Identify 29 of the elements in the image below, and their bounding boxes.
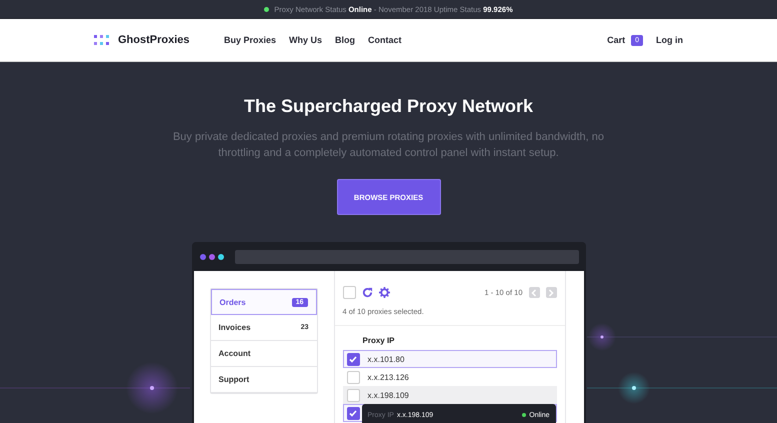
login-link[interactable]: Log in bbox=[656, 35, 683, 45]
hero-title: The Supercharged Proxy Network bbox=[244, 95, 534, 117]
cart-link[interactable]: Cart bbox=[607, 35, 626, 45]
checkbox[interactable] bbox=[346, 406, 360, 420]
logo[interactable]: GhostProxies bbox=[118, 34, 190, 46]
checkmark-icon bbox=[349, 410, 357, 416]
window-dot bbox=[200, 254, 206, 260]
checkbox[interactable] bbox=[346, 352, 360, 366]
previous-button[interactable] bbox=[528, 287, 540, 298]
nav-link[interactable]: Buy Proxies bbox=[224, 35, 276, 45]
next-button[interactable] bbox=[546, 287, 556, 298]
window-dot bbox=[218, 254, 224, 260]
column-header: Proxy IP bbox=[362, 336, 396, 347]
chevron-right-icon bbox=[548, 288, 554, 296]
nav-link[interactable]: Why Us bbox=[289, 35, 322, 45]
table-row[interactable]: x.x.213.126 bbox=[342, 368, 556, 386]
table-row[interactable]: x.x.198.109 bbox=[342, 386, 556, 404]
window-dot bbox=[208, 254, 214, 260]
dots-grid-icon bbox=[94, 35, 109, 45]
nav-link[interactable]: Contact bbox=[368, 35, 402, 45]
hero-subtitle: Buy private dedicated proxies and premium rotating proxies with unlimited bandwidth, no throttling and a completely automated control panel with instant setup. bbox=[172, 130, 606, 161]
nav-link[interactable]: Blog bbox=[335, 35, 356, 45]
checkmark-icon bbox=[349, 356, 357, 362]
refresh-icon[interactable] bbox=[362, 287, 372, 298]
menu-item[interactable]: Support bbox=[210, 367, 316, 393]
settings-icon[interactable] bbox=[378, 287, 390, 298]
table-row[interactable]: x.x.101.80 bbox=[342, 350, 556, 368]
menu-item[interactable]: Account bbox=[210, 341, 316, 367]
chevron-left-icon bbox=[531, 288, 537, 296]
